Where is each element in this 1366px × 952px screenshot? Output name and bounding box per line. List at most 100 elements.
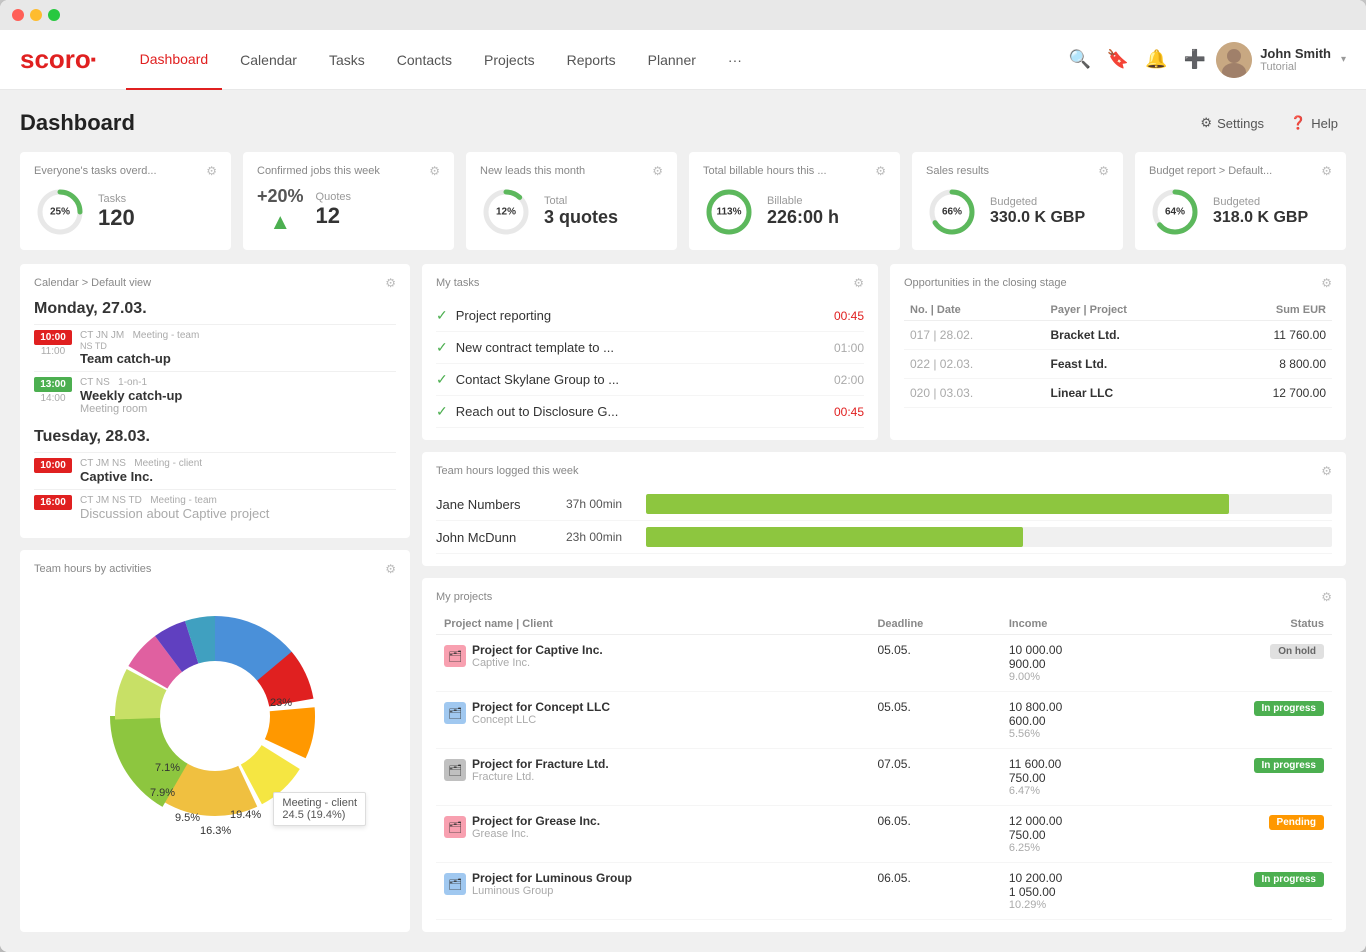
- task-row: ✓ Project reporting 00:45: [436, 300, 864, 332]
- team-hours-title: Team hours logged this week: [436, 465, 578, 477]
- proj-name-cell: 🗂 Project for Concept LLCConcept LLC: [436, 692, 869, 749]
- widget-gear-icon[interactable]: ⚙: [875, 164, 886, 178]
- widget-budget-report: Budget report > Default... ⚙ 64% Budgete…: [1135, 152, 1346, 250]
- widget-gear-icon[interactable]: ⚙: [1321, 164, 1332, 178]
- titlebar: [0, 0, 1366, 30]
- event-badge: 13:00: [34, 377, 72, 392]
- team-hours-widget: Team hours logged this week ⚙ Jane Numbe…: [422, 452, 1346, 566]
- col-no-date: No. | Date: [904, 300, 1044, 321]
- event-type: CT JN JM Meeting - team: [80, 330, 396, 341]
- proj-income: 12 000.00750.006.25%: [1001, 806, 1148, 863]
- proj-name-cell: 🗂 Project for Luminous GroupLuminous Gro…: [436, 863, 869, 920]
- day-header-monday: Monday, 27.03.: [34, 300, 396, 318]
- close-button[interactable]: [12, 9, 24, 21]
- budget-percent: 64%: [1165, 207, 1185, 218]
- pie-tooltip: Meeting - client 24.5 (19.4%): [273, 792, 366, 826]
- widget-title-text: Budget report > Default...: [1149, 165, 1272, 177]
- table-row: 🗂 Project for Grease Inc.Grease Inc. 06.…: [436, 806, 1332, 863]
- task-row: ✓ Contact Skylane Group to ... 02:00: [436, 364, 864, 396]
- svg-text:7.1%: 7.1%: [155, 762, 180, 774]
- proj-name-cell: 🗂 Project for Fracture Ltd.Fracture Ltd.: [436, 749, 869, 806]
- maximize-button[interactable]: [48, 9, 60, 21]
- search-icon[interactable]: 🔍: [1069, 49, 1091, 70]
- cal-event: 10:00 CT JM NS Meeting - client Captive …: [34, 452, 396, 489]
- event-badge: 10:00: [34, 330, 72, 345]
- bookmark-icon[interactable]: 🔖: [1107, 49, 1129, 70]
- proj-income: 10 800.00600.005.56%: [1001, 692, 1148, 749]
- widget-title-text: New leads this month: [480, 165, 585, 177]
- nav-icons: 🔍 🔖 🔔 ➕: [1069, 49, 1207, 70]
- tasks-stats: Tasks 120: [98, 193, 135, 231]
- main-content: Dashboard ⚙ Settings ❓ Help Everyone's t…: [0, 90, 1366, 952]
- nav-calendar[interactable]: Calendar: [226, 30, 311, 90]
- up-arrow-icon: ▲: [269, 209, 291, 235]
- proj-income: 10 000.00900.009.00%: [1001, 635, 1148, 692]
- tasks-percent: 25%: [50, 207, 70, 218]
- task-row: ✓ New contract template to ... 01:00: [436, 332, 864, 364]
- tasks-gear-icon[interactable]: ⚙: [853, 276, 864, 290]
- projects-gear-icon[interactable]: ⚙: [1321, 590, 1332, 604]
- widget-billable-hours: Total billable hours this ... ⚙ 113% Bil…: [689, 152, 900, 250]
- proj-status: In progress: [1148, 692, 1332, 749]
- svg-text:19.4%: 19.4%: [230, 809, 261, 821]
- team-hours-gear-icon[interactable]: ⚙: [1321, 464, 1332, 478]
- user-details: John Smith Tutorial: [1260, 46, 1331, 73]
- task-time: 02:00: [834, 373, 864, 387]
- minimize-button[interactable]: [30, 9, 42, 21]
- widget-gear-icon[interactable]: ⚙: [429, 164, 440, 178]
- tasks-value: 120: [98, 205, 135, 231]
- sales-percent: 66%: [942, 207, 962, 218]
- col-status: Status: [1148, 614, 1332, 635]
- leads-percent: 12%: [496, 207, 516, 218]
- event-title: Team catch-up: [80, 351, 396, 366]
- proj-name-cell: 🗂 Project for Captive Inc.Captive Inc.: [436, 635, 869, 692]
- settings-button[interactable]: ⚙ Settings: [1192, 110, 1272, 136]
- nav-links: Dashboard Calendar Tasks Contacts Projec…: [126, 30, 1069, 90]
- widget-new-leads: New leads this month ⚙ 12% Total 3 quote…: [466, 152, 677, 250]
- user-role: Tutorial: [1260, 61, 1331, 73]
- user-menu[interactable]: John Smith Tutorial ▾: [1216, 42, 1346, 78]
- nav-more[interactable]: ···: [714, 30, 756, 90]
- activities-gear-icon[interactable]: ⚙: [385, 562, 396, 576]
- hour-person: Jane Numbers: [436, 497, 556, 512]
- total-value: 3 quotes: [544, 207, 618, 229]
- hour-bar-bg: [646, 527, 1332, 547]
- widget-gear-icon[interactable]: ⚙: [1098, 164, 1109, 178]
- help-button[interactable]: ❓ Help: [1282, 110, 1346, 136]
- user-name: John Smith: [1260, 46, 1331, 61]
- table-row: 017 | 28.02. Bracket Ltd. 11 760.00: [904, 321, 1332, 350]
- bell-icon[interactable]: 🔔: [1145, 49, 1167, 70]
- hour-row: Jane Numbers 37h 00min: [436, 488, 1332, 521]
- nav-planner[interactable]: Planner: [634, 30, 710, 90]
- opp-sum: 12 700.00: [1210, 379, 1332, 408]
- event-title: Captive Inc.: [80, 469, 396, 484]
- proj-status: In progress: [1148, 863, 1332, 920]
- calendar-gear-icon[interactable]: ⚙: [385, 276, 396, 290]
- widget-title-text: Sales results: [926, 165, 989, 177]
- event-type: CT JM NS TD Meeting - team: [80, 495, 396, 506]
- plus-icon[interactable]: ➕: [1184, 49, 1206, 70]
- nav-tasks[interactable]: Tasks: [315, 30, 379, 90]
- logo[interactable]: scoro■: [20, 44, 96, 75]
- table-row: 🗂 Project for Captive Inc.Captive Inc. 0…: [436, 635, 1332, 692]
- projects-title: My projects: [436, 591, 492, 603]
- widget-gear-icon[interactable]: ⚙: [206, 164, 217, 178]
- header-actions: ⚙ Settings ❓ Help: [1192, 110, 1346, 136]
- nav-dashboard[interactable]: Dashboard: [126, 30, 223, 90]
- calendar-widget: Calendar > Default view ⚙ Monday, 27.03.…: [20, 264, 410, 538]
- widget-gear-icon[interactable]: ⚙: [652, 164, 663, 178]
- event-detail: CT JM NS Meeting - client Captive Inc.: [80, 458, 396, 484]
- budgeted-value: 330.0 K GBP: [990, 208, 1085, 227]
- event-sub: Meeting room: [80, 403, 396, 415]
- nav-reports[interactable]: Reports: [553, 30, 630, 90]
- cal-event: 13:00 14:00 CT NS 1-on-1 Weekly catch-up…: [34, 371, 396, 420]
- proj-income: 11 600.00750.006.47%: [1001, 749, 1148, 806]
- opp-gear-icon[interactable]: ⚙: [1321, 276, 1332, 290]
- my-projects-widget: My projects ⚙ Project name | Client Dead…: [422, 578, 1346, 932]
- proj-status: On hold: [1148, 635, 1332, 692]
- nav-projects[interactable]: Projects: [470, 30, 549, 90]
- nav-contacts[interactable]: Contacts: [383, 30, 466, 90]
- tooltip-value: 24.5 (19.4%): [282, 809, 357, 821]
- proj-status: Pending: [1148, 806, 1332, 863]
- proj-deadline: 06.05.: [869, 863, 1000, 920]
